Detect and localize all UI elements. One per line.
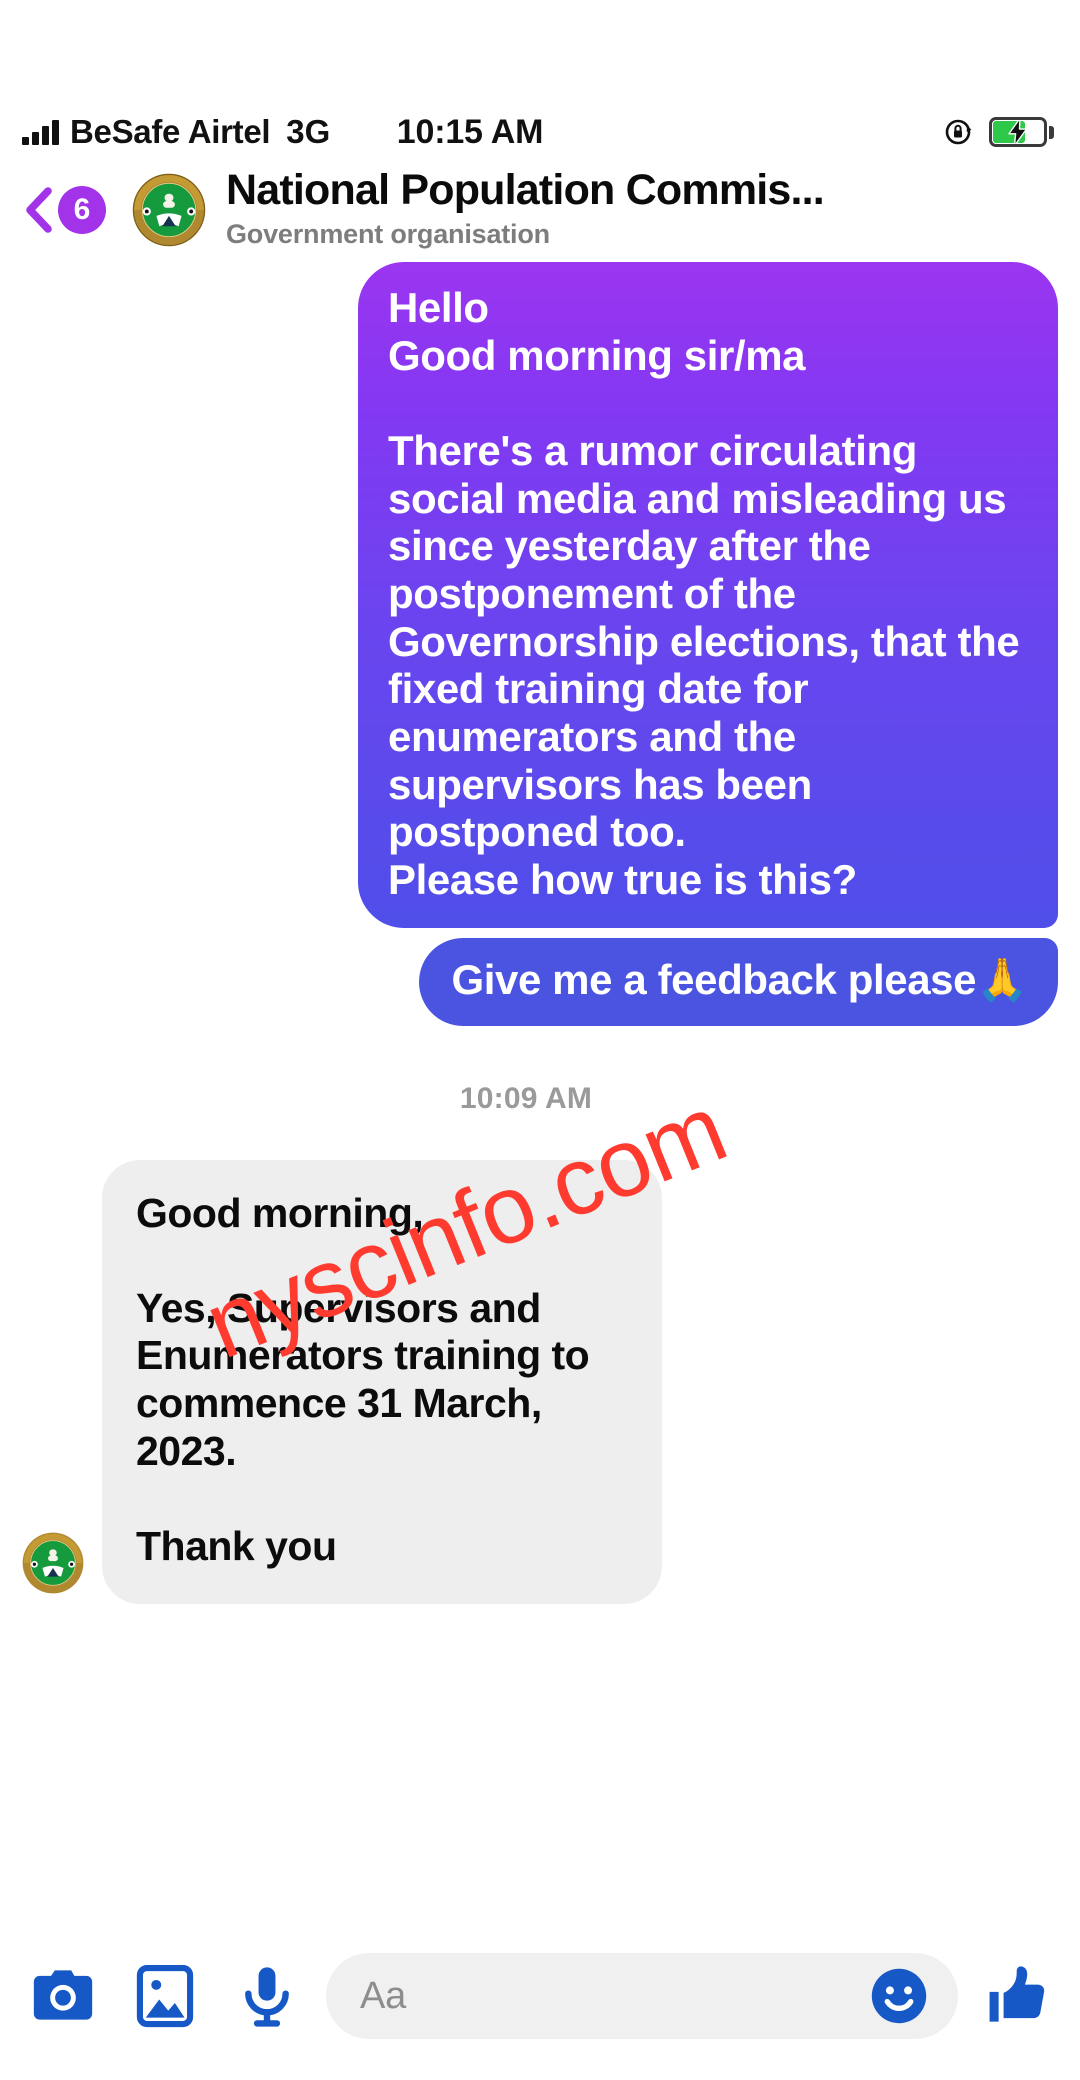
messenger-chat-screen: BeSafe Airtel 3G 10:15 AM 6 National Pop… bbox=[0, 0, 1080, 2080]
message-bubble-outgoing-2[interactable]: Give me a feedback please🙏 bbox=[419, 937, 1058, 1026]
thumbs-up-icon bbox=[989, 1966, 1045, 2022]
message-input[interactable]: Aa bbox=[326, 1953, 958, 2039]
message-row-outgoing-2: Give me a feedback please🙏 bbox=[22, 928, 1058, 1026]
incoming-avatar[interactable] bbox=[22, 1532, 84, 1594]
message-bubble-incoming-1[interactable]: Good morning, Yes, Supervisors and Enume… bbox=[102, 1159, 662, 1605]
top-blank-strip bbox=[0, 0, 1080, 100]
message-bubble-outgoing-1[interactable]: Hello Good morning sir/ma There's a rumo… bbox=[358, 262, 1058, 928]
camera-button[interactable] bbox=[26, 1959, 100, 2033]
camera-icon bbox=[33, 1970, 93, 2020]
header-text-block[interactable]: National Population Commis... Government… bbox=[226, 166, 825, 252]
microphone-icon bbox=[245, 1967, 289, 2027]
rotation-lock-icon bbox=[943, 116, 975, 148]
page-title: National Population Commis... bbox=[226, 166, 825, 215]
message-row-incoming-1: Good morning, Yes, Supervisors and Enume… bbox=[22, 1159, 1058, 1605]
page-subtitle: Government organisation bbox=[226, 218, 550, 249]
image-gallery-icon bbox=[136, 1964, 194, 2028]
microphone-button[interactable] bbox=[230, 1959, 304, 2033]
smiley-face-icon bbox=[871, 1968, 927, 2024]
status-time: 10:15 AM bbox=[396, 112, 544, 151]
back-chevron-icon bbox=[26, 187, 52, 233]
chat-header: 6 National Population Commis... Governme… bbox=[0, 164, 1080, 256]
message-text: Give me a feedback please bbox=[451, 955, 977, 1003]
message-composer: Aa bbox=[0, 1912, 1080, 2080]
message-row-outgoing-1: Hello Good morning sir/ma There's a rumo… bbox=[22, 262, 1058, 928]
emoji-button[interactable] bbox=[862, 1959, 936, 2033]
message-timestamp: 10:09 AM bbox=[459, 1081, 593, 1115]
message-list[interactable]: Hello Good morning sir/ma There's a rumo… bbox=[0, 256, 1080, 1912]
back-button[interactable]: 6 bbox=[22, 186, 106, 234]
unread-count-badge: 6 bbox=[58, 186, 106, 234]
status-right-icons bbox=[943, 116, 1054, 148]
message-input-placeholder: Aa bbox=[360, 1974, 407, 2017]
status-bar: BeSafe Airtel 3G 10:15 AM bbox=[0, 100, 1080, 164]
gallery-button[interactable] bbox=[128, 1959, 202, 2033]
battery-charging-icon bbox=[989, 117, 1054, 147]
avatar[interactable] bbox=[132, 173, 206, 247]
praying-hands-emoji: 🙏 bbox=[976, 955, 1028, 1003]
thumbs-up-button[interactable] bbox=[980, 1959, 1054, 2033]
